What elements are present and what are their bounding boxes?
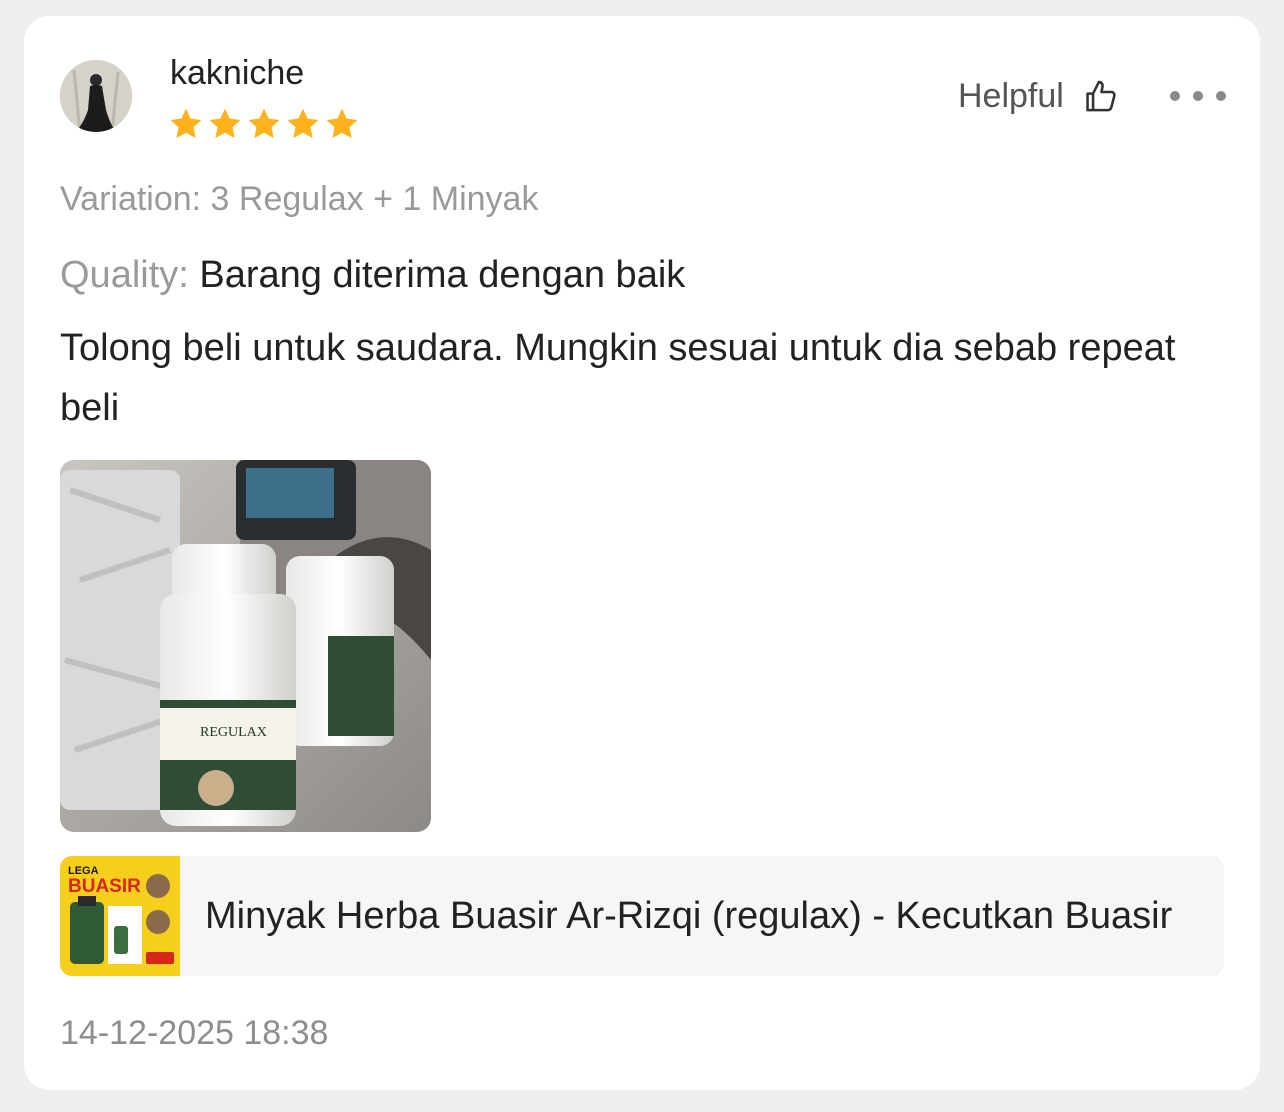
reviewer-name: kakniche (170, 54, 305, 92)
review-text: Tolong beli untuk saudara. Mungkin sesua… (60, 327, 1176, 429)
helpful-button[interactable]: Helpful (958, 74, 1120, 118)
star-icon (209, 108, 241, 138)
variation-text: Variation: 3 Regulax + 1 Minyak (60, 180, 539, 218)
review-photo-image: REGULAX (60, 460, 431, 832)
helpful-label: Helpful (958, 77, 1064, 115)
review-card: kakniche Helpful Variation: 3 Regulax + … (24, 16, 1260, 1090)
avatar-image (60, 60, 132, 132)
product-thumbnail-image: LEGA BUASIR (60, 856, 180, 976)
product-link[interactable]: LEGA BUASIR Minyak Herba Buasir Ar-Rizqi… (60, 856, 1224, 976)
thumb-text-main: BUASIR (68, 876, 141, 897)
star-icon (170, 108, 202, 138)
review-photo[interactable]: REGULAX (60, 460, 431, 832)
product-title: Minyak Herba Buasir Ar-Rizqi (regulax) -… (205, 895, 1173, 937)
more-options-button[interactable] (1170, 78, 1226, 114)
quality-value: Barang diterima dengan baik (199, 254, 686, 296)
star-icon (326, 108, 358, 138)
review-date: 14-12-2025 18:38 (60, 1014, 329, 1052)
more-dots-icon (1216, 91, 1226, 101)
quality-line: Quality: Barang diterima dengan baik (60, 250, 685, 300)
product-thumbnail: LEGA BUASIR (60, 856, 180, 976)
more-dots-icon (1193, 91, 1203, 101)
thumbs-up-icon (1086, 80, 1116, 112)
jar-label-text: REGULAX (200, 725, 267, 740)
more-dots-icon (1170, 91, 1180, 101)
avatar[interactable] (60, 60, 132, 132)
quality-label: Quality: (60, 254, 189, 296)
star-icon (287, 108, 319, 138)
star-icon (248, 108, 280, 138)
star-rating (168, 106, 360, 142)
